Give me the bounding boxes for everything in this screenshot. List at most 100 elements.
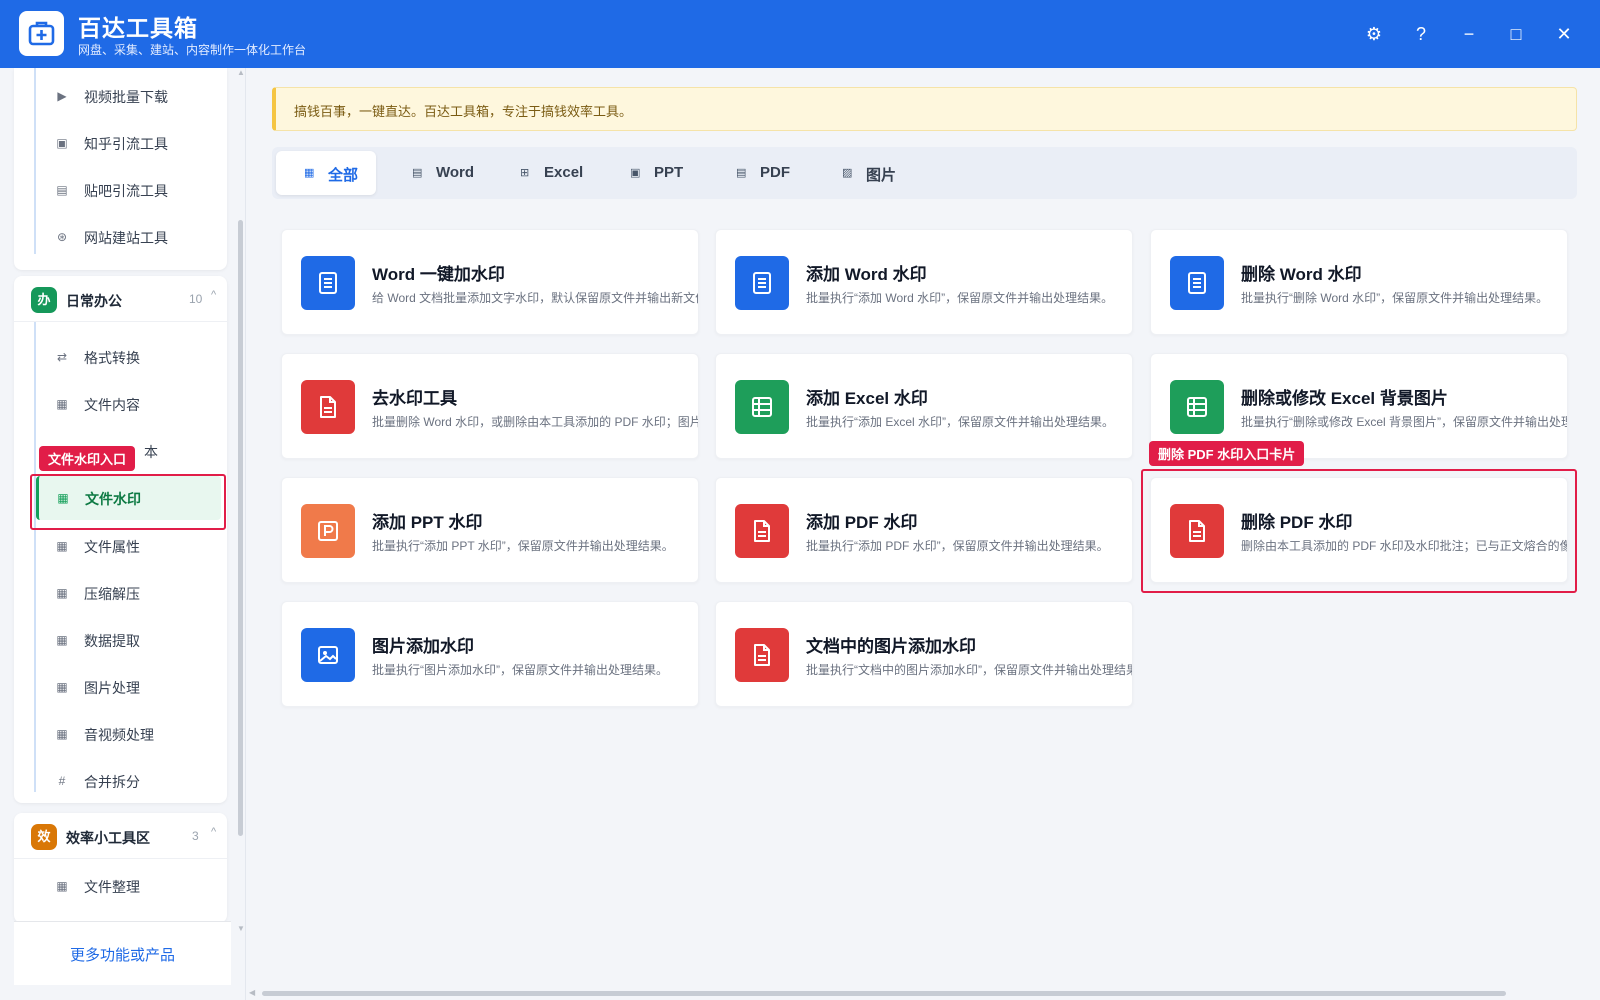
help-icon[interactable]: ?	[1405, 18, 1437, 50]
tool-card-title: 删除 Word 水印	[1241, 265, 1362, 284]
tieba-icon: ▤	[56, 183, 68, 197]
tool-card-description: 批量执行“文档中的图片添加水印”，保留原文件并输出处理结果。	[806, 663, 1133, 677]
group-header-daily-office[interactable]: 办 日常办公 10 ^	[14, 276, 227, 322]
tab-label: PDF	[760, 164, 790, 181]
tool-card-description: 批量删除 Word 水印，或删除由本工具添加的 PDF 水印；图片/视频水印请到…	[372, 415, 698, 429]
group-count: 3	[192, 829, 199, 843]
grid-icon: ▦	[56, 586, 68, 600]
pdf-file-icon	[735, 628, 789, 682]
tool-card-description: 给 Word 文档批量添加文字水印，默认保留原文件并输出新文件。	[372, 291, 699, 305]
sidebar-item-data-extract[interactable]: ▦ 数据提取	[24, 618, 210, 662]
group-header-efficiency[interactable]: 效 效率小工具区 3 ^	[14, 813, 227, 859]
convert-icon: ⇄	[56, 350, 68, 364]
sidebar-item-file-content[interactable]: ▦ 文件内容	[24, 382, 210, 426]
tool-card-title: 去水印工具	[372, 389, 457, 408]
sidebar-item-label: 文件水印	[85, 491, 141, 507]
sidebar-item-label: 文件内容	[84, 397, 140, 413]
sidebar: ▲ ▼ ▶ 视频批量下载 ▣ 知乎引流工具 ▤ 贴吧引流工具 ⊛ 网站建站工具 …	[0, 68, 246, 1000]
sidebar-item-tieba[interactable]: ▤ 贴吧引流工具	[24, 168, 210, 212]
tool-card[interactable]: 删除 Word 水印批量执行“删除 Word 水印”，保留原文件并输出处理结果。	[1150, 229, 1568, 335]
annotation-tag-file-watermark: 文件水印入口	[39, 446, 136, 471]
tool-card[interactable]: 添加 PDF 水印批量执行“添加 PDF 水印”，保留原文件并输出处理结果。	[715, 477, 1133, 583]
group-title: 效率小工具区	[66, 830, 150, 846]
scroll-left-arrow-icon[interactable]: ◀	[249, 988, 255, 997]
main-horizontal-scrollbar[interactable]	[262, 991, 1506, 996]
tool-card[interactable]: 文档中的图片添加水印 批量执行“文档中的图片添加水印”，保留原文件并输出处理结果。	[715, 601, 1133, 707]
tool-card[interactable]: 图片添加水印 批量执行“图片添加水印”，保留原文件并输出处理结果。	[281, 601, 699, 707]
tool-card[interactable]: 去水印工具批量删除 Word 水印，或删除由本工具添加的 PDF 水印；图片/视…	[281, 353, 699, 459]
notice-banner: 搞钱百事，一键直达。百达工具箱，专注于搞钱效率工具。	[272, 87, 1577, 131]
sidebar-item-compress[interactable]: ▦ 压缩解压	[24, 571, 210, 615]
website-icon: ⊛	[56, 230, 68, 244]
tab-label: Word	[436, 164, 475, 181]
sidebar-item-av-processing[interactable]: ▦ 音视频处理	[24, 712, 210, 756]
minimize-button[interactable]: −	[1453, 18, 1485, 50]
group-card-daily-office: 办 日常办公 10 ^ ⇄ 格式转换 ▦ 文件内容 本 ▦ 文件水印 ▦ 文件属…	[14, 276, 227, 803]
group-title: 日常办公	[66, 293, 122, 309]
tool-card-description: 批量执行“图片添加水印”，保留原文件并输出处理结果。	[372, 663, 668, 677]
pdf-file-icon	[735, 504, 789, 558]
sidebar-item-video-download[interactable]: ▶ 视频批量下载	[24, 74, 210, 118]
tab-label: 图片	[866, 167, 897, 184]
sidebar-item-file-properties[interactable]: ▦ 文件属性	[24, 524, 210, 568]
tool-card-title: 删除或修改 Excel 背景图片	[1241, 389, 1448, 408]
sidebar-scrollbar[interactable]	[238, 220, 243, 836]
tab-pdf[interactable]: ▤ PDF	[708, 151, 808, 195]
sidebar-item-website[interactable]: ⊛ 网站建站工具	[24, 215, 210, 259]
pdf-file-icon	[1170, 504, 1224, 558]
sidebar-item-file-watermark[interactable]: ▦ 文件水印	[36, 476, 221, 520]
sidebar-item-format-convert[interactable]: ⇄ 格式转换	[24, 335, 210, 379]
tool-card-title: 添加 PPT 水印	[372, 513, 483, 532]
group-card-efficiency: 效 效率小工具区 3 ^ ▦ 文件整理	[14, 813, 227, 923]
settings-icon[interactable]: ⚙	[1358, 18, 1390, 50]
tool-card-description: 删除由本工具添加的 PDF 水印及水印批注；已与正文熔合的像素水印暂不支持。	[1241, 539, 1567, 553]
tool-card-title: 删除 PDF 水印	[1241, 513, 1353, 532]
tool-card[interactable]: 添加 PPT 水印 批量执行“添加 PPT 水印”，保留原文件并输出处理结果。	[281, 477, 699, 583]
tool-card-description: 批量执行“删除 Word 水印”，保留原文件并输出处理结果。	[1241, 291, 1549, 305]
excel-grid-icon	[1170, 380, 1224, 434]
grid-icon: ▦	[56, 727, 68, 741]
tool-card[interactable]: 添加 Excel 水印 批量执行“添加 Excel 水印”，保留原文件并输出处理结…	[715, 353, 1133, 459]
maximize-button[interactable]: □	[1500, 18, 1532, 50]
tool-card-description: 批量执行“添加 PDF 水印”，保留原文件并输出处理结果。	[806, 539, 1109, 553]
tool-card-title: Word 一键加水印	[372, 265, 505, 284]
scroll-down-arrow-icon[interactable]: ▼	[237, 924, 245, 933]
word-icon: ▤	[412, 167, 423, 179]
tab-word[interactable]: ▤ Word	[384, 151, 484, 195]
sidebar-item-label: 压缩解压	[84, 586, 140, 602]
tab-ppt[interactable]: ▣ PPT	[602, 151, 702, 195]
group-card-network: ▶ 视频批量下载 ▣ 知乎引流工具 ▤ 贴吧引流工具 ⊛ 网站建站工具	[14, 68, 227, 270]
tool-card-description: 批量执行“添加 Excel 水印”，保留原文件并输出处理结果。	[806, 415, 1115, 429]
sidebar-item-label: 文件整理	[84, 879, 140, 895]
more-features-link[interactable]: 更多功能或产品	[14, 944, 231, 965]
image-icon: ▨	[842, 167, 853, 179]
sidebar-item-label: 视频批量下载	[84, 89, 168, 105]
tool-card[interactable]: 删除 PDF 水印删除由本工具添加的 PDF 水印及水印批注；已与正文熔合的像素…	[1150, 477, 1568, 583]
hash-icon: #	[58, 774, 66, 788]
toolbox-icon	[28, 21, 55, 46]
tool-card[interactable]: Word 一键加水印给 Word 文档批量添加文字水印，默认保留原文件并输出新文…	[281, 229, 699, 335]
sidebar-item-label: 合并拆分	[84, 774, 140, 790]
tool-card-description: 批量执行“添加 Word 水印”，保留原文件并输出处理结果。	[806, 291, 1114, 305]
sidebar-item-image-processing[interactable]: ▦ 图片处理	[24, 665, 210, 709]
tab-all[interactable]: ▦ 全部	[276, 151, 376, 195]
tool-card-title: 添加 PDF 水印	[806, 513, 918, 532]
sidebar-item-merge-split[interactable]: # 合并拆分	[24, 759, 210, 803]
word-doc-icon	[1170, 256, 1224, 310]
excel-grid-icon	[735, 380, 789, 434]
tab-image[interactable]: ▨ 图片	[814, 151, 914, 195]
tab-excel[interactable]: ⊞ Excel	[492, 151, 592, 195]
tab-label: PPT	[654, 164, 684, 181]
sidebar-item-zhihu[interactable]: ▣ 知乎引流工具	[24, 121, 210, 165]
collapse-caret-icon[interactable]: ^	[211, 289, 216, 301]
notice-text: 搞钱百事，一键直达。百达工具箱，专注于搞钱效率工具。	[294, 104, 633, 119]
collapse-caret-icon[interactable]: ^	[211, 826, 216, 838]
group-badge: 办	[31, 287, 57, 313]
grid-icon: ▦	[57, 491, 69, 505]
tool-card[interactable]: 添加 Word 水印 批量执行“添加 Word 水印”，保留原文件并输出处理结果。	[715, 229, 1133, 335]
group-badge: 效	[31, 824, 57, 850]
scroll-up-arrow-icon[interactable]: ▲	[237, 68, 245, 77]
sidebar-item-label: 文件属性	[84, 539, 140, 555]
close-button[interactable]: ✕	[1548, 18, 1580, 50]
sidebar-item-file-organize[interactable]: ▦ 文件整理	[24, 864, 210, 908]
